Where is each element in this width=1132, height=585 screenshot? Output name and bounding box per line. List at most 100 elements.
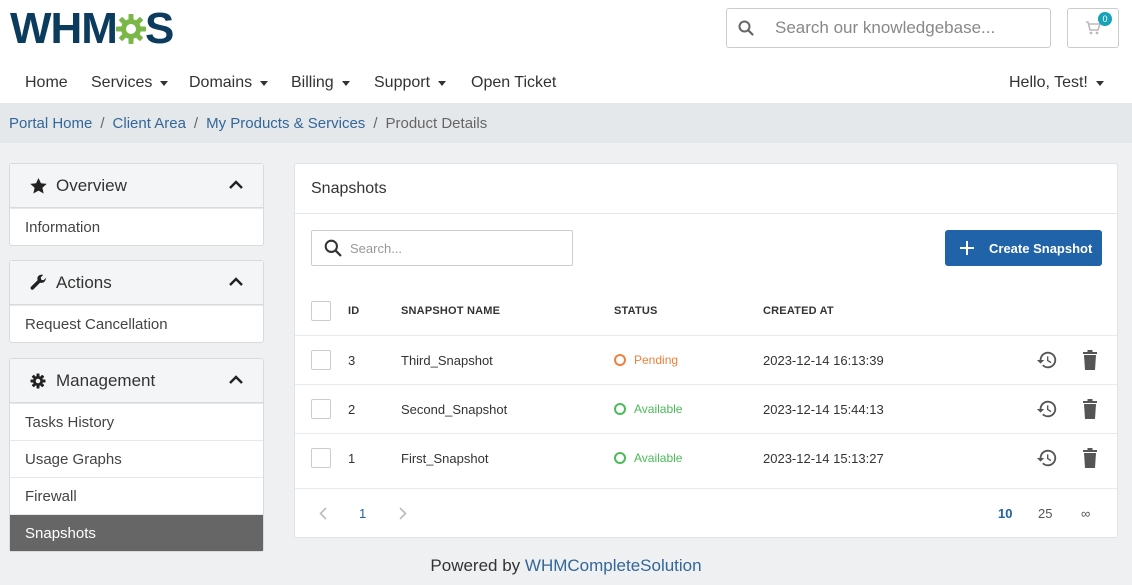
main-nav: Home Services Domains Billing Support Op… [0, 64, 1132, 103]
nav-item-home[interactable]: Home [25, 74, 68, 92]
create-snapshot-button[interactable]: Create Snapshot [945, 230, 1102, 266]
snapshot-name: Second_Snapshot [401, 402, 508, 417]
breadcrumb-products-services[interactable]: My Products & Services [206, 115, 365, 132]
nav-item-domains[interactable]: Domains [189, 74, 269, 92]
sidebar-item-snapshots[interactable]: Snapshots [10, 514, 263, 551]
row-checkbox[interactable] [311, 399, 331, 419]
nav-item-open-ticket[interactable]: Open Ticket [471, 74, 556, 92]
page-size-25[interactable]: 25 [1038, 506, 1052, 521]
snapshot-id: 3 [348, 353, 356, 368]
search-icon [316, 239, 350, 257]
column-header-name[interactable]: SNAPSHOT NAME [401, 305, 500, 317]
chevron-up-icon [229, 180, 243, 189]
cart-count-badge: 0 [1098, 12, 1112, 26]
breadcrumb-separator: / [373, 114, 378, 132]
sidebar-panel-overview: Overview Information [9, 163, 264, 246]
column-header-status[interactable]: STATUS [614, 305, 658, 317]
nav-item-billing[interactable]: Billing [291, 74, 350, 92]
sidebar-item-tasks-history[interactable]: Tasks History [10, 403, 263, 440]
row-divider [295, 488, 1117, 489]
trash-icon[interactable] [1078, 348, 1102, 372]
caret-down-icon [260, 80, 269, 86]
divider [295, 213, 1117, 214]
nav-label: Open Ticket [471, 74, 557, 91]
cart-button[interactable]: 0 [1067, 8, 1119, 48]
panel-title: Management [56, 370, 156, 390]
sidebar-panel-management: Management Tasks History Usage Graphs Fi… [9, 358, 264, 552]
footer-prefix: Powered by [430, 556, 525, 575]
breadcrumb-current: Product Details [385, 114, 488, 132]
panel-header-overview[interactable]: Overview [10, 164, 263, 208]
card-title: Snapshots [311, 180, 387, 197]
snapshot-id: 1 [348, 451, 356, 466]
status-text: Available [634, 451, 683, 465]
footer-link[interactable]: WHMCompleteSolution [525, 556, 702, 575]
breadcrumb-portal-home[interactable]: Portal Home [9, 115, 92, 132]
caret-down-icon [341, 80, 350, 86]
logo-text-left: WHM [10, 4, 118, 53]
sidebar-item-information[interactable]: Information [10, 208, 263, 245]
breadcrumb-separator: / [100, 114, 105, 132]
snapshot-created-at: 2023-12-14 15:44:13 [763, 402, 884, 417]
user-menu[interactable]: Hello, Test! [1009, 74, 1104, 92]
chevron-right-icon[interactable] [391, 501, 415, 525]
star-icon [30, 177, 48, 194]
status-badge: Pending [614, 353, 678, 367]
nav-label: Billing [291, 74, 334, 91]
status-badge: Available [614, 402, 682, 416]
column-header-id[interactable]: ID [348, 305, 359, 317]
chevron-left-icon[interactable] [311, 501, 335, 525]
nav-label: Services [91, 74, 153, 91]
panel-header-management[interactable]: Management [10, 359, 263, 403]
caret-down-icon [438, 80, 447, 86]
create-snapshot-label: Create Snapshot [989, 240, 1093, 256]
snapshot-created-at: 2023-12-14 15:13:27 [763, 451, 884, 466]
footer: Powered by WHMCompleteSolution [0, 556, 1132, 576]
trash-icon[interactable] [1078, 397, 1102, 421]
knowledgebase-search-input[interactable] [775, 18, 1045, 38]
plus-icon [959, 240, 975, 256]
sidebar-item-request-cancellation[interactable]: Request Cancellation [10, 305, 263, 342]
logo[interactable]: WHM S [10, 4, 174, 53]
user-greeting: Hello, Test! [1009, 74, 1088, 91]
snapshots-card: Snapshots Create Snapshot ID SNAPSHOT NA… [294, 163, 1118, 538]
sidebar-item-usage-graphs[interactable]: Usage Graphs [10, 440, 263, 477]
breadcrumb-client-area[interactable]: Client Area [113, 115, 186, 132]
wrench-icon [30, 274, 48, 291]
sidebar-panel-actions: Actions Request Cancellation [9, 260, 264, 343]
page-size-all[interactable]: ∞ [1081, 506, 1090, 521]
status-badge: Available [614, 451, 682, 465]
row-divider [295, 335, 1117, 336]
nav-label: Domains [189, 74, 253, 91]
gear-icon [115, 14, 146, 44]
restore-icon[interactable] [1035, 397, 1059, 421]
nav-item-support[interactable]: Support [374, 74, 447, 92]
panel-title: Actions [56, 272, 112, 292]
select-all-checkbox[interactable] [311, 301, 331, 321]
row-divider [295, 384, 1117, 385]
column-header-created[interactable]: CREATED AT [763, 305, 834, 317]
site-header: WHM S 0 Home Services [0, 0, 1132, 103]
caret-down-icon [160, 80, 169, 86]
panel-title: Overview [56, 175, 127, 195]
restore-icon[interactable] [1035, 446, 1059, 470]
status-dot-icon [614, 354, 626, 366]
trash-icon[interactable] [1078, 446, 1102, 470]
row-checkbox[interactable] [311, 448, 331, 468]
chevron-up-icon [229, 277, 243, 286]
page-size-10[interactable]: 10 [998, 506, 1012, 521]
restore-icon[interactable] [1035, 348, 1059, 372]
sidebar-item-firewall[interactable]: Firewall [10, 477, 263, 514]
row-checkbox[interactable] [311, 350, 331, 370]
status-dot-icon [614, 452, 626, 464]
status-text: Pending [634, 353, 679, 367]
snapshot-search [311, 230, 573, 266]
nav-item-services[interactable]: Services [91, 74, 169, 92]
page-number-current[interactable]: 1 [359, 506, 366, 521]
snapshot-search-input[interactable] [350, 240, 550, 256]
snapshot-created-at: 2023-12-14 16:13:39 [763, 353, 884, 368]
knowledgebase-search [726, 8, 1051, 48]
nav-label: Home [25, 74, 68, 91]
panel-header-actions[interactable]: Actions [10, 261, 263, 305]
status-dot-icon [614, 403, 626, 415]
